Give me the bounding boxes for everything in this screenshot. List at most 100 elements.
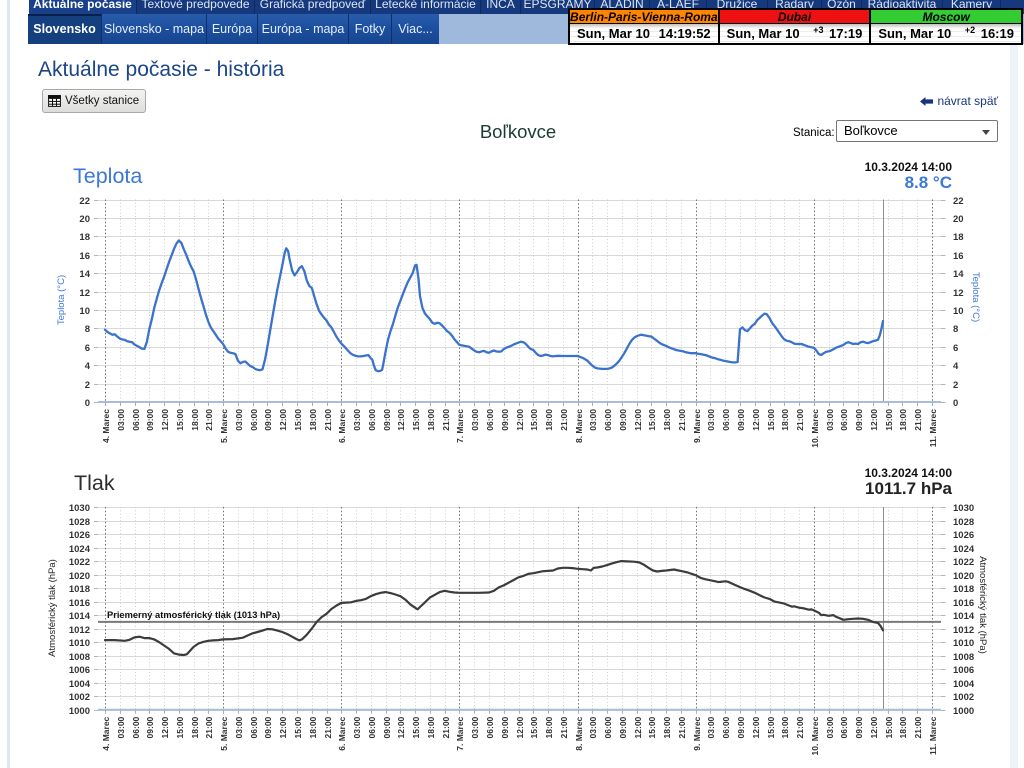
svg-text:Priemerný atmosférický tlak (1: Priemerný atmosférický tlak (1013 hPa) [107, 610, 280, 620]
svg-text:1018: 1018 [69, 584, 90, 595]
svg-text:10: 10 [953, 306, 964, 317]
svg-text:06:00: 06:00 [839, 409, 849, 431]
svg-text:03:00: 03:00 [825, 716, 835, 738]
svg-text:21:00: 21:00 [441, 409, 451, 431]
svg-text:6. Marec: 6. Marec [337, 409, 347, 443]
svg-text:15:00: 15:00 [293, 716, 303, 738]
svg-text:18:00: 18:00 [426, 716, 436, 738]
svg-text:2: 2 [953, 380, 958, 391]
svg-text:1022: 1022 [69, 557, 90, 568]
svg-text:09:00: 09:00 [736, 716, 746, 738]
svg-text:10. Marec: 10. Marec [810, 716, 820, 755]
svg-text:4. Marec: 4. Marec [101, 409, 111, 443]
svg-text:15:00: 15:00 [766, 716, 776, 738]
svg-text:12:00: 12:00 [751, 716, 761, 738]
svg-text:1026: 1026 [953, 530, 974, 541]
svg-text:12:00: 12:00 [869, 716, 879, 738]
svg-text:06:00: 06:00 [249, 716, 259, 738]
svg-text:18:00: 18:00 [898, 409, 908, 431]
svg-text:1024: 1024 [953, 544, 975, 555]
svg-text:14: 14 [79, 269, 90, 280]
svg-text:03:00: 03:00 [588, 716, 598, 738]
svg-text:Atmosférický tlak (hPa): Atmosférický tlak (hPa) [47, 559, 58, 657]
svg-text:9. Marec: 9. Marec [692, 716, 702, 750]
svg-text:06:00: 06:00 [485, 716, 495, 738]
svg-text:06:00: 06:00 [367, 409, 377, 431]
svg-text:0: 0 [953, 398, 958, 409]
svg-text:03:00: 03:00 [234, 716, 244, 738]
svg-text:16: 16 [953, 251, 964, 262]
svg-text:18: 18 [79, 232, 90, 243]
svg-text:21:00: 21:00 [913, 409, 923, 431]
svg-text:15:00: 15:00 [411, 716, 421, 738]
svg-text:18:00: 18:00 [426, 409, 436, 431]
svg-text:06:00: 06:00 [721, 716, 731, 738]
svg-text:06:00: 06:00 [603, 716, 613, 738]
svg-text:1002: 1002 [69, 692, 90, 703]
svg-text:21:00: 21:00 [677, 409, 687, 431]
svg-text:09:00: 09:00 [854, 716, 864, 738]
svg-text:12:00: 12:00 [278, 409, 288, 431]
svg-text:1026: 1026 [69, 530, 90, 541]
svg-text:12:00: 12:00 [160, 716, 170, 738]
svg-text:12: 12 [953, 288, 964, 299]
svg-text:21:00: 21:00 [677, 716, 687, 738]
svg-text:1006: 1006 [953, 665, 974, 676]
svg-text:1016: 1016 [953, 598, 974, 609]
svg-text:06:00: 06:00 [721, 409, 731, 431]
svg-text:09:00: 09:00 [500, 409, 510, 431]
svg-text:1012: 1012 [69, 625, 90, 636]
svg-text:12:00: 12:00 [869, 409, 879, 431]
svg-text:09:00: 09:00 [145, 716, 155, 738]
svg-text:6: 6 [953, 343, 958, 354]
svg-text:1002: 1002 [953, 692, 974, 703]
svg-text:1000: 1000 [69, 706, 90, 717]
svg-text:1014: 1014 [953, 611, 975, 622]
svg-text:8. Marec: 8. Marec [574, 716, 584, 750]
svg-text:2: 2 [85, 380, 90, 391]
svg-text:09:00: 09:00 [145, 409, 155, 431]
svg-text:18:00: 18:00 [898, 716, 908, 738]
svg-text:1004: 1004 [953, 679, 975, 690]
svg-text:Teplota (°C): Teplota (°C) [970, 272, 981, 322]
svg-text:16: 16 [79, 251, 90, 262]
svg-text:06:00: 06:00 [367, 716, 377, 738]
svg-text:8. Marec: 8. Marec [574, 409, 584, 443]
svg-text:1008: 1008 [69, 652, 90, 663]
svg-text:18: 18 [953, 232, 964, 243]
svg-text:12:00: 12:00 [396, 409, 406, 431]
svg-text:0: 0 [85, 398, 90, 409]
svg-text:21:00: 21:00 [441, 716, 451, 738]
svg-text:06:00: 06:00 [485, 409, 495, 431]
svg-text:4: 4 [85, 361, 91, 372]
svg-text:1008: 1008 [953, 652, 974, 663]
svg-text:6. Marec: 6. Marec [337, 716, 347, 750]
svg-text:15:00: 15:00 [766, 409, 776, 431]
svg-text:5. Marec: 5. Marec [219, 409, 229, 443]
svg-text:18:00: 18:00 [190, 409, 200, 431]
svg-text:15:00: 15:00 [647, 409, 657, 431]
svg-text:1016: 1016 [69, 598, 90, 609]
svg-text:12:00: 12:00 [515, 716, 525, 738]
svg-text:1028: 1028 [953, 517, 974, 528]
svg-text:06:00: 06:00 [249, 409, 259, 431]
svg-text:15:00: 15:00 [884, 409, 894, 431]
svg-text:12:00: 12:00 [751, 409, 761, 431]
svg-text:15:00: 15:00 [293, 409, 303, 431]
svg-text:18:00: 18:00 [662, 409, 672, 431]
svg-text:18:00: 18:00 [780, 409, 790, 431]
svg-text:1010: 1010 [69, 638, 90, 649]
svg-text:11. Marec: 11. Marec [928, 409, 938, 448]
svg-text:20: 20 [953, 214, 964, 225]
svg-text:18:00: 18:00 [544, 409, 554, 431]
svg-text:15:00: 15:00 [411, 409, 421, 431]
svg-text:18:00: 18:00 [308, 716, 318, 738]
svg-text:1010: 1010 [953, 638, 974, 649]
svg-text:03:00: 03:00 [116, 716, 126, 738]
svg-text:06:00: 06:00 [603, 409, 613, 431]
svg-text:10: 10 [79, 306, 90, 317]
svg-text:1024: 1024 [69, 544, 91, 555]
svg-text:21:00: 21:00 [559, 409, 569, 431]
svg-text:18:00: 18:00 [780, 716, 790, 738]
svg-text:21:00: 21:00 [323, 409, 333, 431]
